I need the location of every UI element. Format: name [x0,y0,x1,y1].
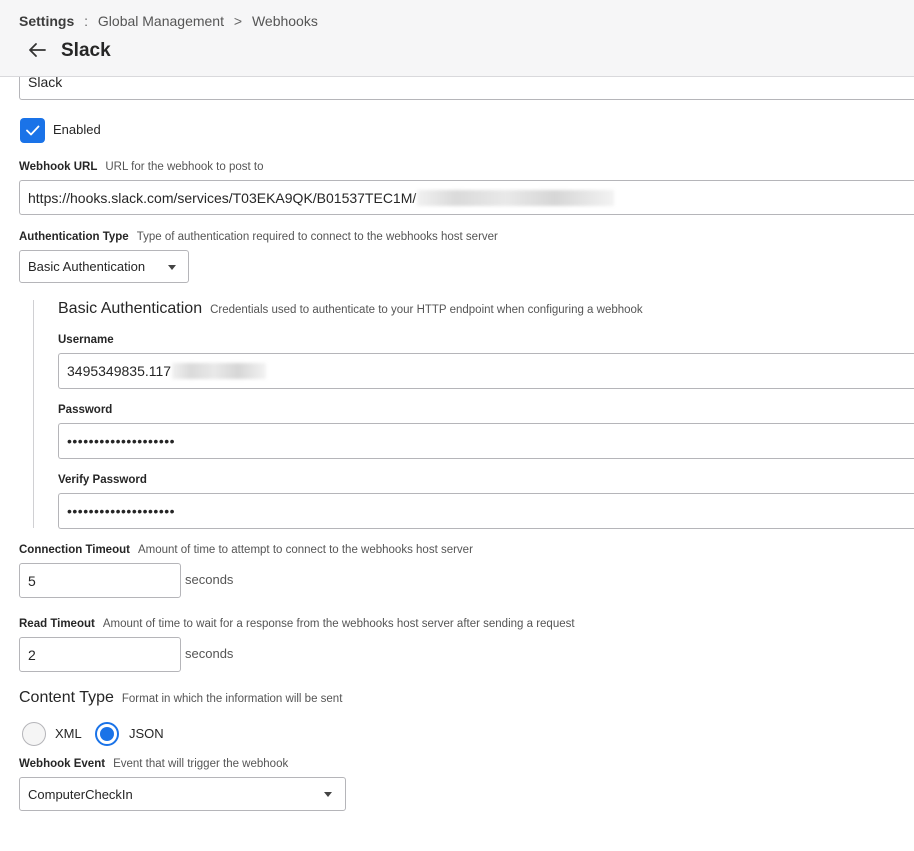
read-timeout-value: 2 [28,646,36,663]
enabled-label: Enabled [53,122,101,137]
page-header-overlay: Settings : Global Management > Webhooks … [0,0,914,77]
webhook-url-input[interactable]: https://hooks.slack.com/services/T03EKA9… [19,180,914,215]
auth-type-description: Type of authentication required to conne… [136,231,498,243]
webhook-event-label-text: Webhook Event [19,758,106,770]
auth-type-selected: Basic Authentication [28,259,146,274]
verify-password-value: •••••••••••••••••••• [67,503,176,519]
enabled-checkbox[interactable] [20,118,45,143]
read-timeout-unit: seconds [185,646,234,661]
content-type-title: Content Type [19,689,114,706]
webhook-url-value: https://hooks.slack.com/services/T03EKA9… [28,189,417,206]
webhook-url-label-text: Webhook URL [19,161,98,173]
connection-timeout-label: Connection Timeout Amount of time to atte… [19,544,473,556]
back-arrow-icon[interactable] [26,40,48,60]
json-radio-label[interactable]: JSON [129,726,164,741]
webhook-event-selected: ComputerCheckIn [28,786,133,802]
page-title-label: Slack [61,40,111,61]
read-timeout-label-text: Read Timeout [19,618,95,630]
connection-timeout-label-text: Connection Timeout [19,544,130,556]
checkmark-icon [26,125,40,136]
redacted-token [417,189,615,206]
read-timeout-label: Read Timeout Amount of time to wait for a… [19,618,575,630]
webhook-url-label: Webhook URL URL for the webhook to post t… [19,161,263,173]
read-timeout-description: Amount of time to wait for a response fr… [102,618,575,630]
connection-timeout-unit: seconds [185,572,234,587]
breadcrumb-global-management-label[interactable]: Global Management [98,13,224,29]
connection-timeout-value: 5 [28,572,36,589]
breadcrumb-overlay: Settings : Global Management > Webhooks [19,13,318,29]
username-label: Username [58,334,114,346]
content-type-description: Format in which the information will be … [121,693,343,705]
json-radio[interactable] [95,722,119,746]
connection-timeout-input[interactable]: 5 [19,563,181,598]
breadcrumb-chevron-label: > [233,13,243,29]
read-timeout-input[interactable]: 2 [19,637,181,672]
username-value: 3495349835.117 [67,363,172,379]
redacted-username [172,363,267,379]
password-input[interactable]: •••••••••••••••••••• [58,423,914,459]
breadcrumb-separator-label: : [84,13,89,29]
webhook-url-description: URL for the webhook to post to [105,161,264,173]
breadcrumb-webhooks-label[interactable]: Webhooks [252,13,318,29]
content-type-heading: Content Type Format in which the informat… [19,689,342,707]
auth-type-label-text: Authentication Type [19,231,129,243]
webhook-event-label: Webhook Event Event that will trigger the… [19,758,288,770]
basic-auth-title: Basic Authentication [58,300,203,317]
xml-radio[interactable] [22,722,46,746]
webhook-event-description: Event that will trigger the webhook [113,758,289,770]
auth-type-select[interactable]: Basic Authentication [19,250,189,283]
verify-password-label: Verify Password [58,474,147,486]
connection-timeout-description: Amount of time to attempt to connect to … [137,544,473,556]
username-input[interactable]: 3495349835.117 [58,353,914,389]
basic-auth-description: Credentials used to authenticate to your… [210,304,643,316]
breadcrumb-settings-label[interactable]: Settings [19,13,74,29]
caret-down-icon [324,792,332,797]
caret-down-icon [168,264,176,270]
password-label: Password [58,404,113,416]
verify-password-input[interactable]: •••••••••••••••••••• [58,493,914,529]
xml-radio-label[interactable]: XML [55,726,82,741]
password-value: •••••••••••••••••••• [67,433,176,449]
webhook-event-select[interactable]: ComputerCheckIn [19,777,346,811]
section-divider [33,300,34,528]
basic-auth-heading: Basic Authentication Credentials used to … [58,300,643,318]
auth-type-label: Authentication Type Type of authenticatio… [19,231,498,243]
